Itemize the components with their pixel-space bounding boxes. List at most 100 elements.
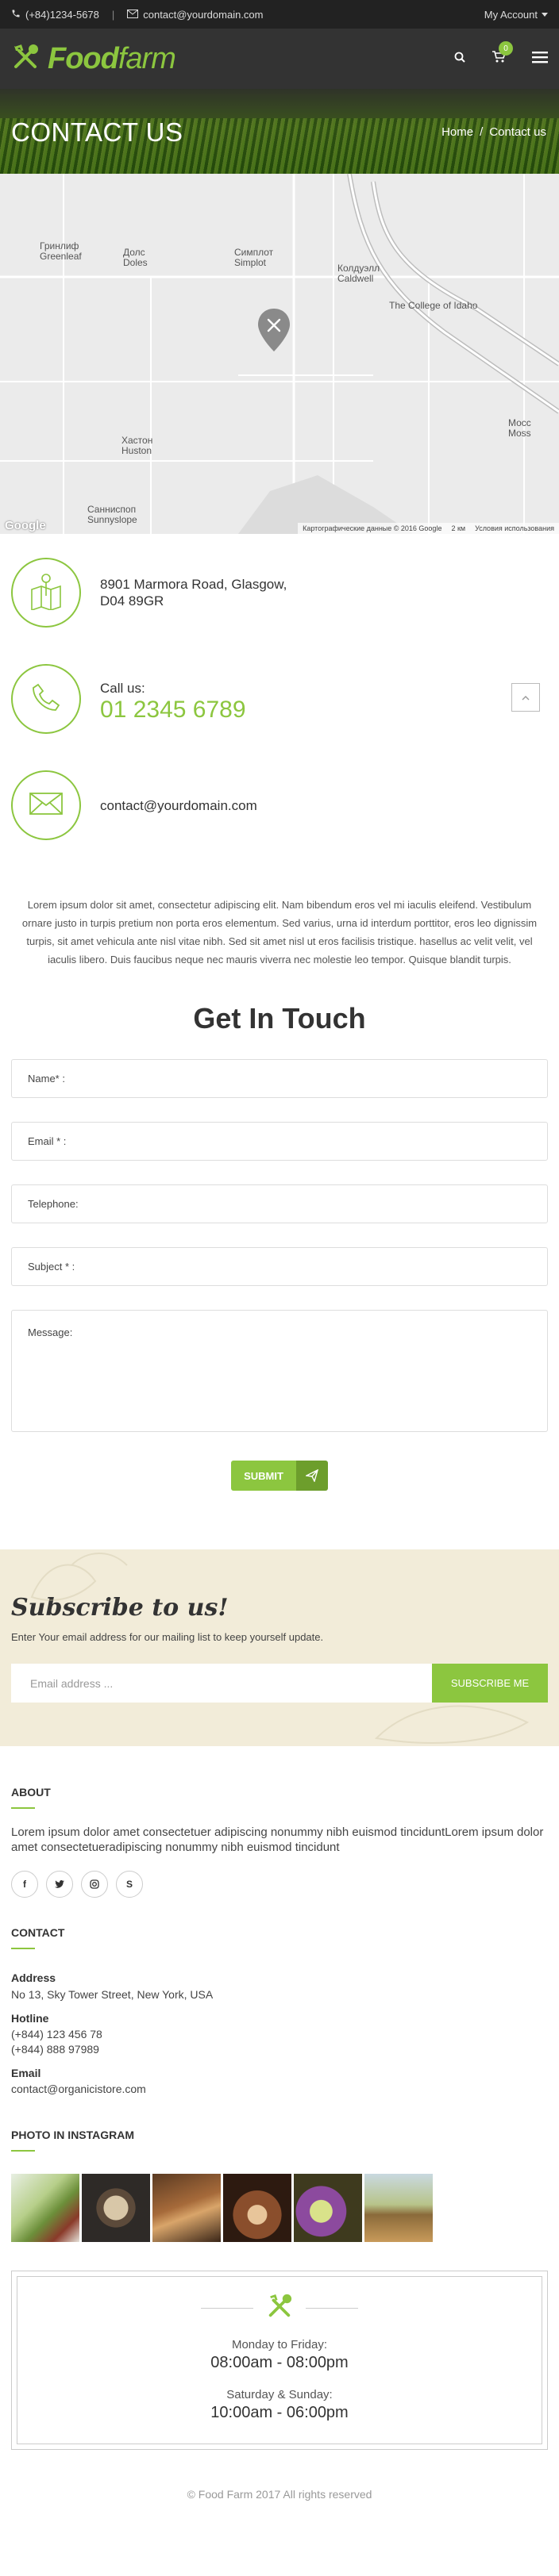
google-logo: Google (5, 519, 46, 532)
scroll-to-top-button[interactable] (511, 683, 540, 712)
hours-divider (17, 2277, 542, 2324)
footer-address-value: No 13, Sky Tower Street, New York, USA (11, 1988, 214, 2001)
google-map[interactable]: Гринлиф Greenleaf Долс Doles Симплот Sim… (0, 174, 559, 534)
page-banner: CONTACT US Home / Contact us (0, 89, 559, 174)
caret-down-icon (542, 12, 548, 17)
breadcrumb-home[interactable]: Home (441, 125, 473, 139)
topbar-email-text: contact@yourdomain.com (143, 8, 264, 21)
instagram-photo[interactable] (294, 2174, 362, 2242)
telephone-field-label: Telephone: (28, 1198, 79, 1210)
map-label-simplot: Симплот Simplot (234, 247, 274, 268)
crossed-tools-icon (266, 2293, 293, 2324)
map-label-caldwell: Колдуэлл Caldwell (337, 263, 380, 284)
footer-about-text: Lorem ipsum dolor amet consectetuer adip… (11, 1825, 544, 1854)
submit-button[interactable]: SUBMIT (231, 1461, 328, 1491)
weekday-hours-time: 08:00am - 08:00pm (210, 2354, 349, 2371)
address-line-1: 8901 Marmora Road, Glasgow, (100, 577, 287, 592)
crossed-tools-icon (11, 43, 40, 75)
telephone-field[interactable]: Telephone: (11, 1184, 548, 1223)
map-terms-link[interactable]: Условия использования (475, 524, 554, 532)
phone-handset-icon (30, 681, 62, 717)
envelope-icon (29, 792, 63, 819)
envelope-circle (11, 770, 81, 840)
decorative-leaf-icon (30, 1553, 128, 1601)
instagram-photo[interactable] (11, 2174, 79, 2242)
map-label-college: The College of Idaho (389, 300, 478, 311)
search-icon[interactable] (454, 52, 465, 67)
address-block: 8901 Marmora Road, Glasgow, D04 89GR (0, 558, 559, 628)
paper-plane-icon (296, 1461, 328, 1491)
my-account-dropdown[interactable]: My Account (484, 9, 548, 21)
social-links: f S (0, 1871, 559, 1898)
footer-contact-title: CONTACT (11, 1926, 65, 1939)
instagram-gallery (0, 2174, 559, 2242)
call-label: Call us: (100, 681, 145, 696)
instagram-photo[interactable] (82, 2174, 150, 2242)
message-field-label: Message: (28, 1326, 73, 1338)
header-icons: 0 (454, 41, 548, 67)
intro-paragraph: Lorem ipsum dolor sit amet, consectetur … (21, 899, 538, 966)
map-scale: 2 км (451, 524, 466, 532)
email-field-label: Email * : (28, 1135, 67, 1147)
weekday-hours-label: Monday to Friday: (231, 2338, 328, 2351)
weekend-hours-time: 10:00am - 06:00pm (210, 2404, 349, 2421)
footer-instagram-title: PHOTO IN INSTAGRAM (11, 2129, 135, 2141)
facebook-icon[interactable]: f (11, 1871, 38, 1898)
logo-text: Foodfarm (48, 41, 176, 75)
instagram-icon[interactable] (81, 1871, 108, 1898)
chevron-up-icon (522, 690, 530, 704)
phone-icon (11, 9, 21, 21)
opening-hours-box: Monday to Friday: 08:00am - 08:00pm Satu… (11, 2271, 548, 2450)
map-label-huston: Хастон Huston (121, 435, 153, 456)
page-title: CONTACT US (11, 117, 183, 147)
subject-field[interactable]: Subject * : (11, 1247, 548, 1286)
instagram-photo[interactable] (223, 2174, 291, 2242)
email-block: contact@yourdomain.com (0, 770, 559, 840)
email-text[interactable]: contact@yourdomain.com (100, 797, 257, 814)
topbar-phone-text: (+84)1234-5678 (25, 8, 99, 21)
call-number[interactable]: 01 2345 6789 (100, 698, 246, 722)
skype-icon[interactable]: S (116, 1871, 143, 1898)
mail-icon (127, 9, 139, 21)
phone-circle (11, 664, 81, 734)
map-label-greenleaf: Гринлиф Greenleaf (40, 240, 82, 262)
cart-button[interactable]: 0 (492, 41, 513, 67)
map-pin-circle (11, 558, 81, 628)
folded-map-icon (29, 572, 64, 614)
breadcrumb-current: Contact us (489, 125, 546, 139)
instagram-photo[interactable] (364, 2174, 433, 2242)
my-account-label: My Account (484, 8, 538, 21)
footer-email-label: Email (11, 2067, 41, 2079)
form-title: Get In Touch (193, 1002, 366, 1035)
topbar-phone[interactable]: (+84)1234-5678 (11, 9, 99, 21)
subscribe-section: Subscribe to us! Enter Your email addres… (0, 1549, 559, 1746)
weekend-hours-label: Saturday & Sunday: (226, 2388, 333, 2401)
logo[interactable]: Foodfarm (11, 41, 176, 76)
email-field[interactable]: Email * : (11, 1122, 548, 1161)
map-data-credit: Картографические данные © 2016 Google (303, 524, 442, 532)
address-line-2: D04 89GR (100, 593, 164, 608)
topbar-divider: | (111, 8, 115, 21)
opening-hours-inner: Monday to Friday: 08:00am - 08:00pm Satu… (17, 2276, 542, 2444)
decorative-fish-icon (374, 1705, 530, 1744)
menu-icon[interactable] (532, 51, 548, 67)
footer-email-value[interactable]: contact@organicistore.com (0, 2082, 559, 2097)
footer-hotline-label: Hotline (11, 2012, 49, 2025)
footer-address-label: Address (11, 1971, 56, 1984)
call-text: Call us: 01 2345 6789 (100, 680, 246, 722)
breadcrumb-separator: / (480, 125, 484, 139)
subject-field-label: Subject * : (28, 1261, 75, 1273)
name-field-label: Name* : (28, 1073, 65, 1085)
instagram-photo[interactable] (152, 2174, 221, 2242)
footer-hotline-2[interactable]: (+844) 888 97989 (0, 2042, 559, 2057)
topbar-email[interactable]: contact@yourdomain.com (127, 8, 264, 21)
name-field[interactable]: Name* : (11, 1059, 548, 1098)
address-text: 8901 Marmora Road, Glasgow, D04 89GR (100, 576, 287, 609)
cart-count-badge: 0 (499, 41, 513, 56)
twitter-icon[interactable] (46, 1871, 73, 1898)
map-label-sunnyslope: Санниспоп Sunnyslope (87, 504, 137, 525)
copyright: © Food Farm 2017 All rights reserved (187, 2488, 372, 2501)
message-textarea[interactable]: Message: (11, 1310, 548, 1432)
breadcrumb: Home / Contact us (441, 125, 546, 139)
footer-hotline-1[interactable]: (+844) 123 456 78 (0, 2027, 559, 2042)
